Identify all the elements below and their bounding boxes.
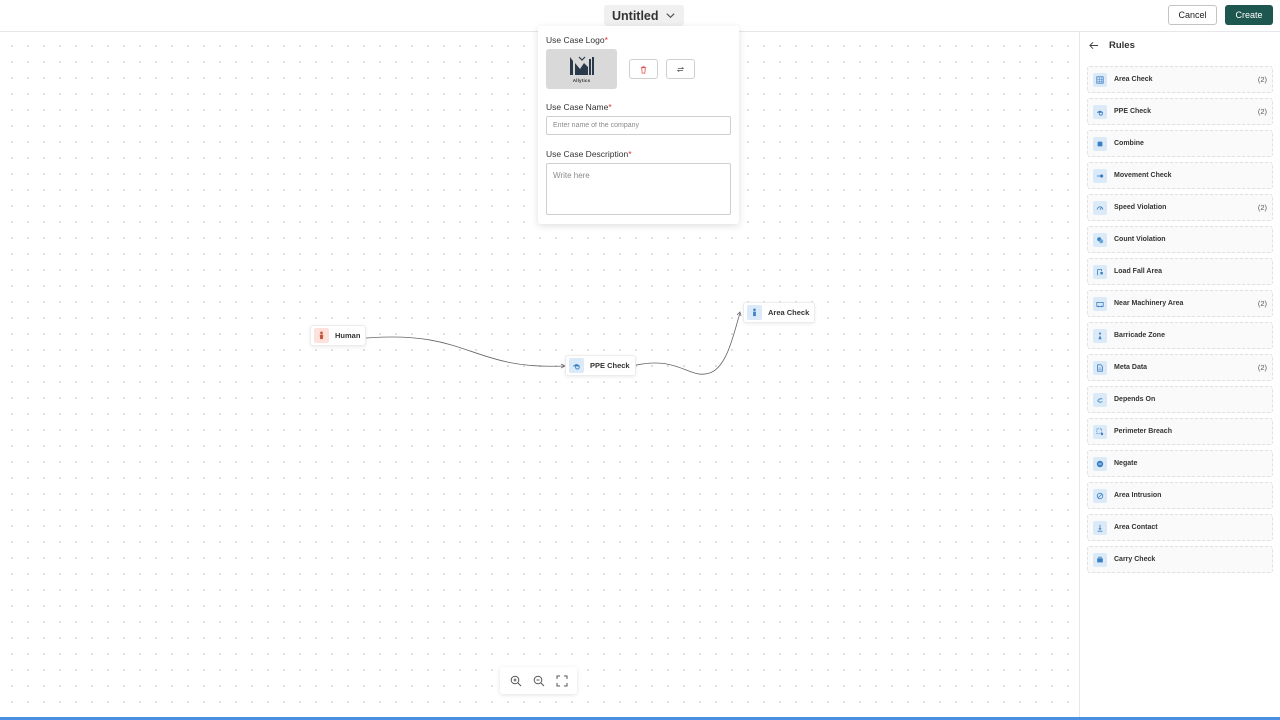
rule-count: (2) xyxy=(1257,107,1267,116)
node-human[interactable]: Human xyxy=(310,325,367,346)
rule-label: Barricade Zone xyxy=(1114,332,1165,339)
chevron-down-icon xyxy=(665,13,675,19)
rule-label: Perimeter Breach xyxy=(1114,428,1172,435)
rule-count: (2) xyxy=(1257,299,1267,308)
name-label: Use Case Name* xyxy=(546,102,612,112)
cancel-button[interactable]: Cancel xyxy=(1168,5,1217,25)
rule-label: Meta Data xyxy=(1114,364,1148,371)
create-button[interactable]: Create xyxy=(1225,5,1273,25)
rule-item[interactable]: Count Violation xyxy=(1087,226,1273,253)
rules-sidebar: Rules Area Check (2) PPE Check (2) Combine Mo… xyxy=(1079,32,1280,718)
rule-label: Combine xyxy=(1114,140,1144,147)
node-area-check[interactable]: Area Check xyxy=(743,302,816,323)
sidebar-header: Rules xyxy=(1088,38,1135,52)
zoom-controls xyxy=(500,667,577,694)
rule-item[interactable]: Area Contact xyxy=(1087,514,1273,541)
rule-item[interactable]: Movement Check xyxy=(1087,162,1273,189)
machinery-icon xyxy=(1093,296,1107,311)
rule-item[interactable]: Barricade Zone xyxy=(1087,322,1273,349)
rule-item[interactable]: Area Intrusion xyxy=(1087,482,1273,509)
rule-item[interactable]: Depends On xyxy=(1087,386,1273,413)
node-label: Area Check xyxy=(768,308,810,317)
edge-ppe-area xyxy=(631,312,741,375)
rule-item[interactable]: Speed Violation (2) xyxy=(1087,194,1273,221)
replace-logo-button[interactable] xyxy=(666,59,695,79)
use-case-name-input[interactable] xyxy=(546,116,731,135)
load-icon xyxy=(1093,264,1107,279)
barricade-icon xyxy=(1093,328,1107,343)
zoom-in-icon[interactable] xyxy=(509,674,523,688)
rule-count: (2) xyxy=(1257,75,1267,84)
use-case-description-input[interactable] xyxy=(546,163,731,215)
page-title: Untitled xyxy=(612,8,659,23)
area-person-icon xyxy=(747,305,762,320)
link-icon xyxy=(1093,392,1107,407)
rule-label: Negate xyxy=(1114,460,1138,467)
node-label: Human xyxy=(335,331,361,340)
rule-item[interactable]: Area Check (2) xyxy=(1087,66,1273,93)
grid-icon xyxy=(1093,72,1107,87)
ppe-icon xyxy=(1093,104,1107,119)
delete-logo-button[interactable] xyxy=(629,59,658,79)
sidebar-title: Rules xyxy=(1109,39,1135,51)
meta-icon xyxy=(1093,360,1107,375)
use-case-form: Use Case Logo* Allytics Use Case Name* U… xyxy=(538,26,739,224)
rule-item[interactable]: Perimeter Breach xyxy=(1087,418,1273,445)
rule-label: Area Contact xyxy=(1114,524,1158,531)
intrusion-icon xyxy=(1093,488,1107,503)
count-icon xyxy=(1093,232,1107,247)
rule-label: Area Intrusion xyxy=(1114,492,1162,499)
edge-human-ppe xyxy=(365,336,565,367)
rule-label: Speed Violation xyxy=(1114,204,1167,211)
carry-icon xyxy=(1093,552,1107,567)
swap-icon xyxy=(676,66,685,72)
rule-label: Load Fall Area xyxy=(1114,268,1162,275)
rule-count: (2) xyxy=(1257,203,1267,212)
speedometer-icon xyxy=(1093,200,1107,215)
rule-item[interactable]: Near Machinery Area (2) xyxy=(1087,290,1273,317)
rule-label: Area Check xyxy=(1114,76,1153,83)
rule-label: Movement Check xyxy=(1114,172,1172,179)
logo-label: Use Case Logo* xyxy=(546,35,608,45)
rule-item[interactable]: Carry Check xyxy=(1087,546,1273,573)
combine-icon xyxy=(1093,136,1107,151)
back-arrow-icon[interactable] xyxy=(1088,40,1099,51)
title-dropdown[interactable]: Untitled xyxy=(604,5,684,26)
rule-item[interactable]: Meta Data (2) xyxy=(1087,354,1273,381)
human-icon xyxy=(314,328,329,343)
rule-item[interactable]: Negate xyxy=(1087,450,1273,477)
trash-icon xyxy=(640,65,647,74)
node-ppe-check[interactable]: PPE Check xyxy=(565,355,636,376)
contact-icon xyxy=(1093,520,1107,535)
rule-item[interactable]: PPE Check (2) xyxy=(1087,98,1273,125)
allytics-logo xyxy=(569,56,594,75)
rule-item[interactable]: Combine xyxy=(1087,130,1273,157)
rule-label: Depends On xyxy=(1114,396,1156,403)
movement-icon xyxy=(1093,168,1107,183)
zoom-out-icon[interactable] xyxy=(532,674,546,688)
rule-item[interactable]: Load Fall Area xyxy=(1087,258,1273,285)
rule-label: Carry Check xyxy=(1114,556,1156,563)
logo-preview[interactable]: Allytics xyxy=(546,49,617,89)
rule-count: (2) xyxy=(1257,363,1267,372)
node-label: PPE Check xyxy=(590,361,630,370)
logo-brand-text: Allytics xyxy=(572,78,591,83)
rule-label: Near Machinery Area xyxy=(1114,300,1184,307)
rule-label: Count Violation xyxy=(1114,236,1166,243)
negate-icon xyxy=(1093,456,1107,471)
rule-label: PPE Check xyxy=(1114,108,1151,115)
fit-view-icon[interactable] xyxy=(555,674,569,688)
description-label: Use Case Description* xyxy=(546,149,632,159)
ppe-icon xyxy=(569,358,584,373)
perimeter-icon xyxy=(1093,424,1107,439)
